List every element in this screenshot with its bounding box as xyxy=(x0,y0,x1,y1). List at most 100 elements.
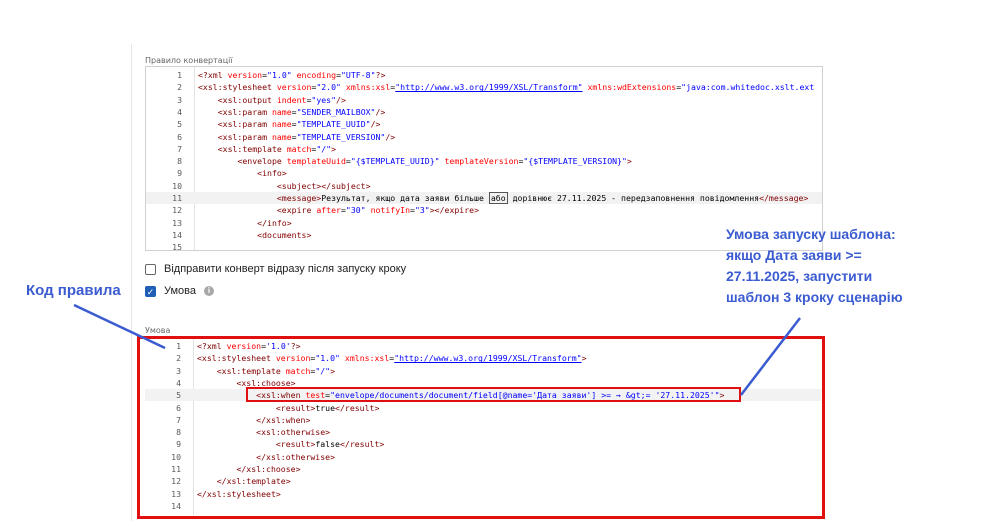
code-line[interactable]: 2 <xsl:stylesheet version="2.0" xmlns:xsl… xyxy=(146,81,822,93)
code-token: encoding xyxy=(296,70,337,80)
code-line[interactable]: 1 <?xml version="1.0" encoding="UTF-8"?> xyxy=(146,69,822,81)
rule-code-annotation: Код правила xyxy=(26,282,121,299)
code-text: <message>Результат, якщо дата заяви біль… xyxy=(198,192,808,204)
code-token: <xsl:param xyxy=(217,131,272,142)
code-token: version xyxy=(227,70,263,80)
line-number: 3 xyxy=(177,94,182,105)
code-line[interactable]: 7 <xsl:template match="/"> xyxy=(146,143,822,155)
code-line[interactable]: 12 <expire after="30" notifyIn="3"></exp… xyxy=(146,204,822,216)
code-token: /> xyxy=(370,119,381,130)
code-line[interactable]: 15 xyxy=(146,241,822,251)
conversion-rule-editor[interactable]: 1 <?xml version="1.0" encoding="UTF-8"?> 2… xyxy=(145,66,823,251)
code-text: <xsl:param name="TEMPLATE_UUID"/> xyxy=(198,118,381,130)
when-test-highlight-box xyxy=(246,387,741,402)
launch-condition-annotation: Умова запуску шаблона: якщо Дата заяви >… xyxy=(726,224,903,308)
code-token: xmlns:wdExtensions xyxy=(587,82,677,93)
line-number: 9 xyxy=(177,168,182,179)
code-token: version xyxy=(276,82,312,93)
code-token: ?> xyxy=(375,70,386,80)
code-token: templateUuid xyxy=(286,156,346,167)
code-line[interactable]: 5 <xsl:param name="TEMPLATE_UUID"/> xyxy=(146,118,822,130)
code-token: "30" xyxy=(345,205,366,216)
code-line[interactable]: 8 <envelope templateUuid="{$TEMPLATE_UUI… xyxy=(146,155,822,167)
code-text: <subject></subject> xyxy=(198,180,371,192)
code-token: <?xml xyxy=(198,70,228,80)
code-text: <xsl:param name="SENDER_MAILBOX"/> xyxy=(198,106,386,118)
code-text: <xsl:template match="/"> xyxy=(198,143,336,155)
send-envelope-row[interactable]: Відправити конверт відразу після запуску… xyxy=(145,261,406,277)
code-line[interactable]: 13 </info> xyxy=(146,217,822,229)
code-token: Результат, якщо дата заяви більше xyxy=(321,193,489,203)
line-number: 6 xyxy=(177,131,182,142)
code-line[interactable]: 9 <info> xyxy=(146,167,822,179)
line-number: 10 xyxy=(172,180,182,191)
code-token: "{$TEMPLATE_VERSION}" xyxy=(523,156,627,167)
condition-code-highlight-box xyxy=(137,336,825,519)
code-token: <message> xyxy=(276,193,322,203)
code-token: "1.0" xyxy=(267,70,292,80)
annotation-line: Умова запуску шаблона: xyxy=(726,226,896,242)
line-number: 8 xyxy=(177,156,182,167)
code-token: <xsl:template xyxy=(217,143,287,154)
code-text: </info> xyxy=(198,217,292,229)
condition-row[interactable]: ✓ Умова i xyxy=(145,283,215,299)
line-number: 12 xyxy=(172,205,182,216)
code-line[interactable]: 11 <message>Результат, якщо дата заяви б… xyxy=(146,192,822,204)
code-token: <expire xyxy=(276,205,317,216)
code-token: "2.0" xyxy=(316,82,341,93)
code-token: </info> xyxy=(257,217,292,228)
code-token: <envelope xyxy=(237,156,287,167)
code-line[interactable]: 14 <documents> xyxy=(146,229,822,241)
code-text: <documents> xyxy=(198,229,311,241)
code-token: <xsl:stylesheet xyxy=(198,82,277,93)
code-line[interactable]: 10 <subject></subject> xyxy=(146,180,822,192)
code-token: дорівнює 27.11.2025 - передзаповнення по… xyxy=(507,193,760,203)
code-token: name xyxy=(271,106,292,117)
code-token: "java:com.whitedoc.xslt.ext xyxy=(681,82,815,93)
line-number: 13 xyxy=(172,217,182,228)
code-token: notifyIn xyxy=(370,205,410,216)
code-token: indent xyxy=(276,94,307,105)
send-envelope-checkbox[interactable] xyxy=(145,263,156,275)
line-number: 4 xyxy=(177,106,182,117)
annotation-line: якщо Дата заяви >= xyxy=(726,247,862,263)
code-token: name xyxy=(271,131,292,142)
send-envelope-label: Відправити конверт відразу після запуску… xyxy=(164,263,407,275)
code-token: /> xyxy=(336,94,346,105)
code-token: /> xyxy=(375,106,386,117)
code-token: "/" xyxy=(316,143,332,154)
code-token: <documents> xyxy=(257,229,312,240)
code-line[interactable]: 3 <xsl:output indent="yes"/> xyxy=(146,94,822,106)
code-token: ></expire> xyxy=(429,205,480,216)
line-number: 15 xyxy=(172,242,182,251)
code-token: /> xyxy=(385,131,396,142)
code-token: <xsl:param xyxy=(217,119,272,130)
code-token: "http://www.w3.org/1999/XSL/Transform" xyxy=(395,82,583,93)
code-token: xmlns:xsl xyxy=(345,82,391,93)
code-token: "TEMPLATE_UUID" xyxy=(296,119,371,130)
code-text: <xsl:param name="TEMPLATE_VERSION"/> xyxy=(198,131,395,143)
info-icon[interactable]: i xyxy=(204,286,215,296)
code-token: або xyxy=(488,192,508,204)
code-token: "{$TEMPLATE_UUID}" xyxy=(350,156,440,167)
code-text: <xsl:output indent="yes"/> xyxy=(198,94,346,106)
condition-checkbox[interactable]: ✓ xyxy=(145,285,156,297)
code-token: "3" xyxy=(414,205,430,216)
code-token: > xyxy=(331,143,337,154)
code-line[interactable]: 6 <xsl:param name="TEMPLATE_VERSION"/> xyxy=(146,131,822,143)
code-line[interactable]: 4 <xsl:param name="SENDER_MAILBOX"/> xyxy=(146,106,822,118)
code-token: "UTF-8" xyxy=(341,70,376,80)
annotation-line: 27.11.2025, запустити xyxy=(726,268,873,284)
code-text: <envelope templateUuid="{$TEMPLATE_UUID}… xyxy=(198,155,631,167)
code-text: <xsl:stylesheet version="2.0" xmlns:xsl=… xyxy=(198,81,814,93)
